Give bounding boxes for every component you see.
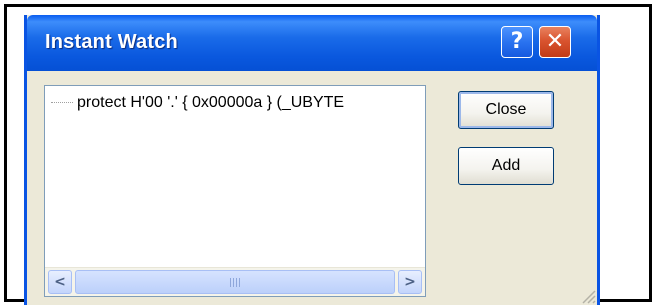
resize-grip-icon[interactable] [577,285,597,305]
list-item-label: protect H'00 '.' { 0x00000a } (_UBYTE [77,94,345,111]
chevron-left-icon: < [54,274,66,290]
title-bar[interactable]: Instant Watch ? ✕ [27,15,597,71]
scroll-left-button[interactable]: < [48,270,72,294]
instant-watch-dialog: Instant Watch ? ✕ protect H'00 '.' { 0x0… [24,15,600,305]
help-button[interactable]: ? [501,26,533,58]
grip-icon [230,278,240,287]
watch-list[interactable]: protect H'00 '.' { 0x00000a } (_UBYTE < … [44,85,426,297]
window-title: Instant Watch [45,31,178,53]
close-button[interactable]: Close [458,91,554,129]
list-item[interactable]: protect H'00 '.' { 0x00000a } (_UBYTE [51,94,344,112]
tree-connector-icon [51,101,73,104]
scrollbar-thumb[interactable] [75,270,395,294]
close-icon: ✕ [545,29,565,54]
horizontal-scrollbar[interactable]: < > [45,267,425,296]
screenshot-frame: Instant Watch ? ✕ protect H'00 '.' { 0x0… [4,4,652,305]
help-icon: ? [510,29,524,54]
add-button[interactable]: Add [458,147,554,185]
dialog-body: protect H'00 '.' { 0x00000a } (_UBYTE < … [27,71,597,305]
scroll-right-button[interactable]: > [398,270,422,294]
chevron-right-icon: > [404,274,416,290]
window-close-button[interactable]: ✕ [539,26,571,58]
